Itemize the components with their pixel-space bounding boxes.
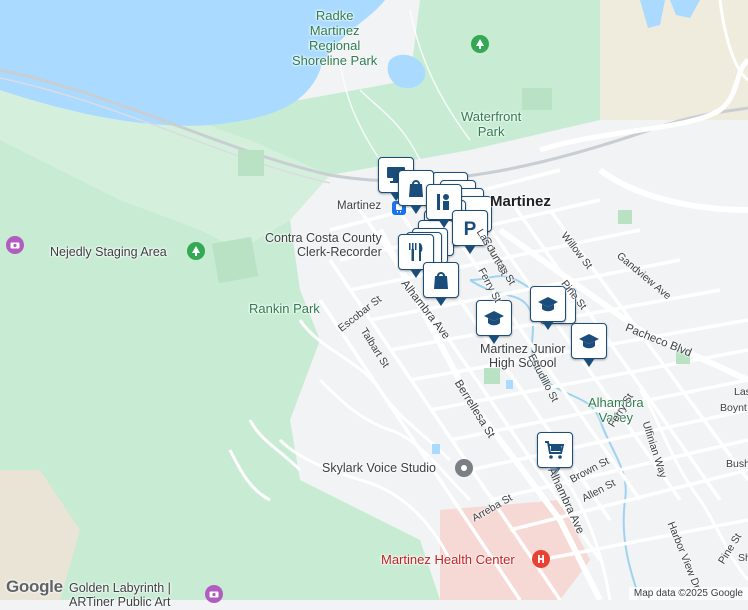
google-logo: Google [6, 577, 63, 596]
nejedly-label[interactable]: Nejedly Staging Area [50, 245, 167, 259]
street-las: Las [734, 386, 748, 398]
map-attribution[interactable]: Map data ©2025 Google [628, 587, 748, 600]
school-marker-icon[interactable] [571, 323, 607, 367]
rankin-park-label[interactable]: Rankin Park [249, 301, 320, 317]
grocery-cart-marker-icon[interactable] [537, 432, 573, 476]
martinez-jhs-label[interactable]: Martinez Junior High School [480, 342, 565, 371]
waterfront-park-label[interactable]: Waterfront Park [461, 109, 521, 140]
school-marker-icon[interactable] [530, 286, 566, 330]
shopping-bag-marker-icon[interactable] [423, 262, 459, 306]
hospital-icon[interactable] [532, 550, 550, 568]
street-boynton: Boynt [720, 402, 747, 414]
camera-icon[interactable] [6, 236, 24, 254]
school-marker-icon[interactable] [476, 300, 512, 344]
street-sh: Sh [738, 552, 748, 564]
health-center-label[interactable]: Martinez Health Center [381, 552, 515, 568]
radke-park-label[interactable]: Radke Martinez Regional Shoreline Park [292, 8, 377, 69]
tree-icon[interactable] [471, 35, 489, 53]
martinez-city-label[interactable]: Martinez [490, 193, 551, 210]
camera-icon[interactable] [205, 585, 223, 603]
contra-costa-label[interactable]: Contra Costa County Clerk-Recorder [265, 231, 382, 260]
street-bush: Bush [726, 458, 748, 470]
svg-text:P: P [464, 219, 477, 240]
martinez-station-label[interactable]: Martinez [337, 200, 381, 213]
golden-labyrinth-label[interactable]: Golden Labyrinth | ARTiner Public Art [69, 581, 171, 610]
skylark-label[interactable]: Skylark Voice Studio [322, 461, 436, 475]
tree-icon[interactable] [187, 242, 205, 260]
studio-icon[interactable] [455, 459, 473, 477]
